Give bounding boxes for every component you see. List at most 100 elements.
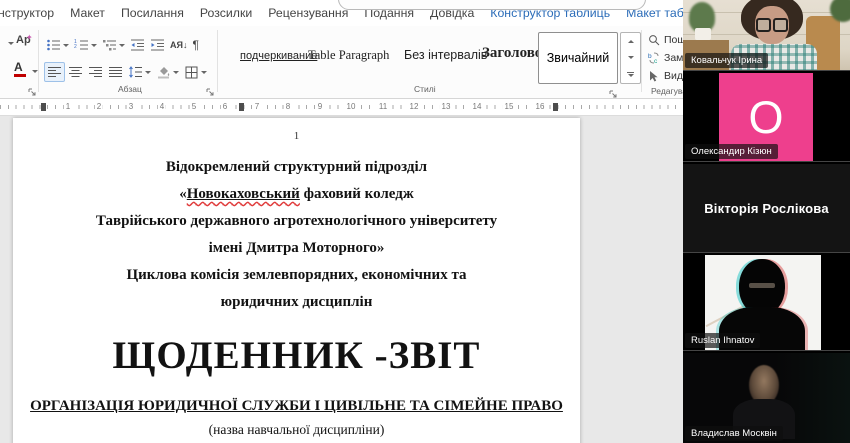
doc-caption[interactable]: (назва навчальної дисципліни) <box>13 422 580 438</box>
ruler-number: 11 <box>376 102 390 111</box>
ruler-number: 2 <box>94 102 104 111</box>
search-icon <box>649 35 660 46</box>
font-color-dropdown-icon[interactable] <box>32 70 38 73</box>
participant-name-label: Ruslan Ihnatov <box>685 333 761 348</box>
title-search-box[interactable] <box>338 0 646 10</box>
ruler-number: 6 <box>220 102 230 111</box>
editing-group-label: Редагування <box>651 86 683 96</box>
svg-text:2: 2 <box>74 44 77 50</box>
increase-indent-button[interactable] <box>148 36 167 54</box>
document-page[interactable]: 1 Відокремлений структурний підрозділ «Н… <box>13 118 580 443</box>
ruler-number: 10 <box>344 102 358 111</box>
page-number: 1 <box>293 130 300 142</box>
video-tile-participant-5[interactable]: Владислав Москвін <box>683 353 850 443</box>
replace-icon: bc <box>648 52 659 64</box>
select-button[interactable]: Виділити <box>648 70 683 82</box>
ruler-number: 14 <box>470 102 484 111</box>
tab-mailings[interactable]: Розсилки <box>192 6 260 20</box>
avatar-initial: O <box>748 91 784 143</box>
doc-line-subdivision[interactable]: Відокремлений структурний підрозділ <box>13 154 580 181</box>
tab-constructor[interactable]: Конструктор <box>0 6 62 20</box>
ribbon: Ар ✦ А 12 АЯ↓ ¶ Абзац подчеркивание Tabl… <box>0 26 683 99</box>
find-button[interactable]: Пошук <box>648 34 683 46</box>
spellcheck-word[interactable]: Новокаховський <box>187 186 300 202</box>
group-divider <box>38 30 39 92</box>
paragraph-group-label: Абзац <box>118 84 142 94</box>
font-size-dropdown-icon[interactable] <box>8 42 14 45</box>
silhouette-eyes <box>749 283 775 288</box>
word-application: Конструктор Макет Посилання Розсилки Рец… <box>0 0 683 443</box>
participant-display-name: Вікторія Рослікова <box>704 200 829 216</box>
doc-line-disciplines[interactable]: юридичних дисциплін <box>13 289 580 316</box>
doc-line-university[interactable]: Таврійського державного агротехнологічно… <box>13 208 580 235</box>
font-color-button[interactable]: А <box>14 61 26 77</box>
clear-formatting-spark-icon: ✦ <box>26 33 33 42</box>
style-no-spacing[interactable]: Без інтервалів <box>404 48 487 62</box>
doc-line-commission[interactable]: Циклова комісія землевпорядних, економіч… <box>13 262 580 289</box>
decrease-indent-button[interactable] <box>128 36 147 54</box>
borders-button[interactable] <box>182 63 209 81</box>
paragraph-dialog-launcher-icon[interactable] <box>205 84 215 96</box>
style-normal-selected[interactable]: Звичайний <box>538 32 618 84</box>
align-left-button[interactable] <box>44 62 65 82</box>
tab-references[interactable]: Посилання <box>113 6 192 20</box>
pilcrow-button[interactable]: ¶ <box>190 36 200 54</box>
replace-button[interactable]: bc Замінити <box>648 52 683 64</box>
doc-line-named-after[interactable]: імені Дмитра Моторного» <box>13 235 580 262</box>
ruler-number: 3 <box>126 102 136 111</box>
style-podcherkivanie[interactable]: подчеркивание <box>240 50 317 62</box>
doc-subject[interactable]: ОРГАНІЗАЦІЯ ЮРИДИЧНОЇ СЛУЖБИ І ЦИВІЛЬНЕ … <box>13 394 580 418</box>
gallery-expand-icon[interactable] <box>627 71 634 77</box>
ruler-number: 4 <box>157 102 167 111</box>
group-divider <box>641 30 642 92</box>
shading-bucket-button[interactable] <box>154 63 181 81</box>
ruler-number: 9 <box>315 102 325 111</box>
align-center-button[interactable] <box>66 63 85 81</box>
video-tile-participant-2[interactable]: O Олександир Кізюн <box>683 73 850 162</box>
font-color-bar <box>14 74 26 77</box>
ruler-number: 5 <box>189 102 199 111</box>
styles-group-label: Стилі <box>414 84 436 94</box>
document-canvas: 1 Відокремлений структурний підрозділ «Н… <box>0 116 683 443</box>
tab-layout[interactable]: Макет <box>62 6 113 20</box>
participant-name-label: Ковальчук Ірина <box>685 53 769 68</box>
styles-dialog-launcher-icon[interactable] <box>608 86 618 98</box>
doc-title[interactable]: ЩОДЕННИК -ЗВІТ <box>13 334 580 378</box>
styles-group: подчеркивание Table Paragraph Без інтерв… <box>218 26 641 98</box>
svg-text:c: c <box>654 58 658 64</box>
font-dialog-launcher-icon[interactable] <box>27 84 37 96</box>
svg-text:b: b <box>648 53 652 60</box>
cursor-arrow-icon <box>650 71 658 82</box>
justify-button[interactable] <box>106 63 125 81</box>
ruler-number: 7 <box>252 102 262 111</box>
ruler-number: 13 <box>439 102 453 111</box>
numbered-list-button[interactable]: 12 <box>72 36 99 54</box>
horizontal-ruler[interactable]: 1 2 3 4 5 6 7 8 9 10 11 12 13 14 15 16 <box>0 99 683 116</box>
ruler-number: 1 <box>63 102 73 111</box>
styles-gallery-scroll[interactable] <box>620 32 641 84</box>
video-call-panel: Ковальчук Ірина O Олександир Кізюн Вікто… <box>683 0 850 443</box>
doc-line-college[interactable]: «Новокаховський фаховий коледж <box>13 181 580 208</box>
gallery-down-icon[interactable] <box>627 55 634 59</box>
sort-button[interactable]: АЯ↓ <box>168 36 189 54</box>
video-tile-participant-3[interactable]: Вікторія Рослікова <box>683 164 850 253</box>
ruler-table-marker[interactable] <box>239 103 244 111</box>
video-tile-participant-1[interactable]: Ковальчук Ірина <box>683 0 850 71</box>
align-right-button[interactable] <box>86 63 105 81</box>
ruler-margin-marker[interactable] <box>41 103 46 111</box>
line-spacing-button[interactable] <box>126 63 153 81</box>
multilevel-list-button[interactable] <box>100 36 127 54</box>
participant-name-label: Владислав Москвін <box>685 426 783 441</box>
ruler-number: 12 <box>407 102 421 111</box>
ruler-number: 15 <box>502 102 516 111</box>
editing-group: Пошук bc Замінити Виділити Редагування <box>645 26 683 98</box>
glasses-decor <box>756 18 788 32</box>
video-tile-participant-4[interactable]: Ruslan Ihnatov <box>683 255 850 351</box>
ribbon-tab-bar: Конструктор Макет Посилання Розсилки Рец… <box>0 0 683 26</box>
gallery-up-icon[interactable] <box>627 39 634 43</box>
bullet-list-button[interactable] <box>44 36 71 54</box>
style-table-paragraph[interactable]: Table Paragraph <box>308 48 389 63</box>
ruler-number: 16 <box>533 102 547 111</box>
ruler-margin-marker[interactable] <box>553 103 558 111</box>
ruler-number: 8 <box>283 102 293 111</box>
